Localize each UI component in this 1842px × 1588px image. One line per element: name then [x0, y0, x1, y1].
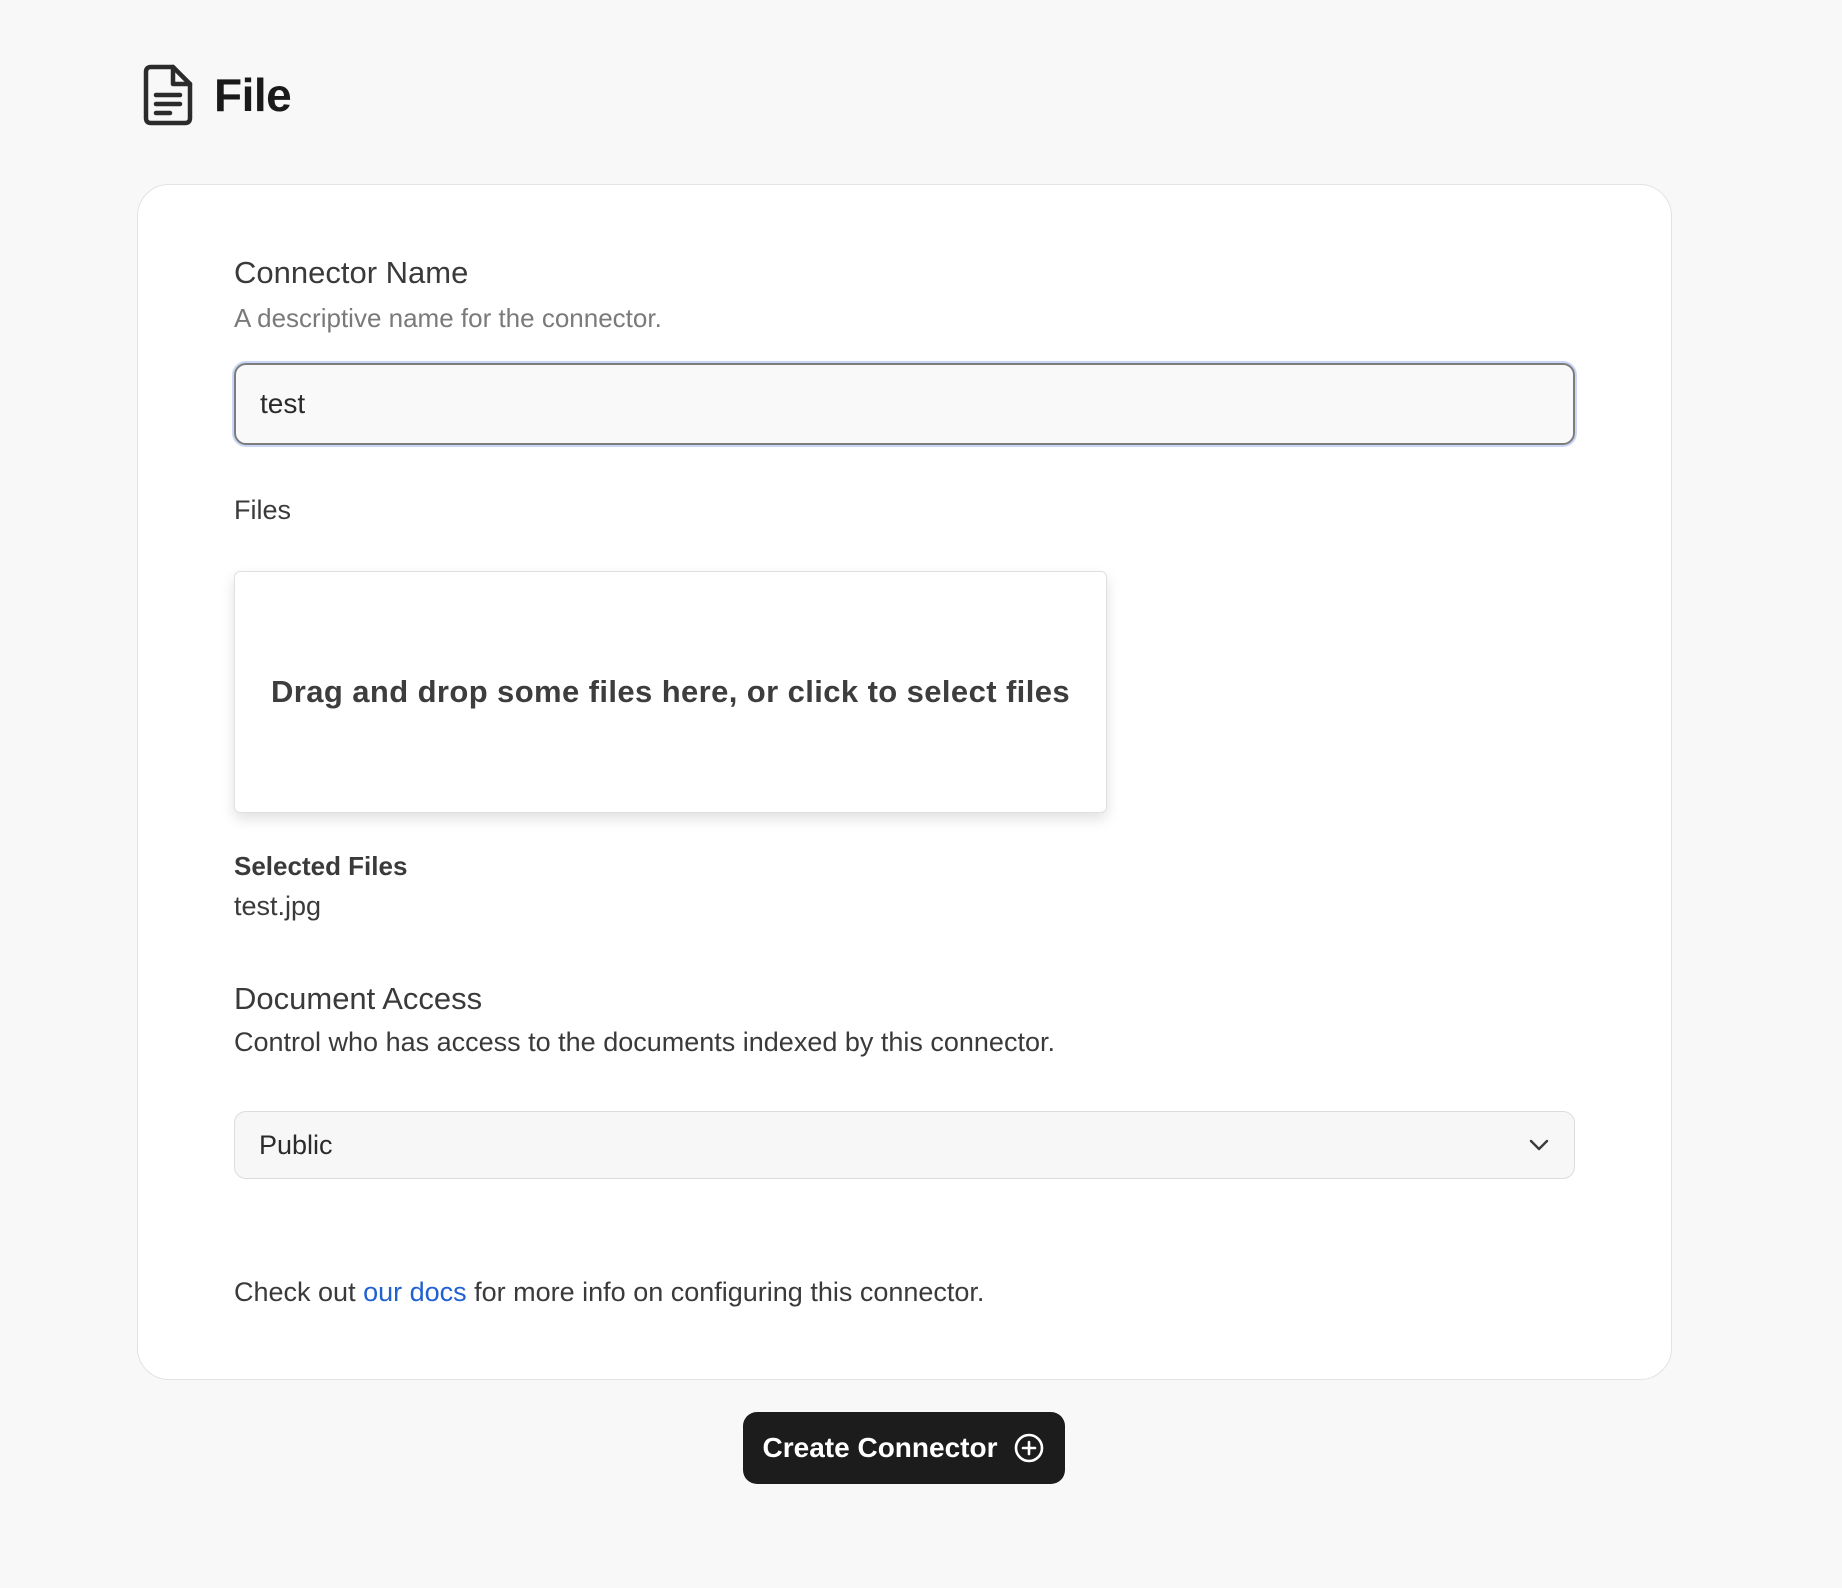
create-connector-button[interactable]: Create Connector	[743, 1412, 1065, 1484]
connector-name-input[interactable]	[234, 363, 1575, 445]
plus-circle-icon	[1013, 1432, 1045, 1464]
connector-form-card: Connector Name A descriptive name for th…	[137, 184, 1672, 1380]
document-access-label: Document Access	[234, 981, 483, 1016]
selected-file-item: test.jpg	[234, 891, 322, 921]
page-header: File	[140, 64, 292, 126]
dropzone-text: Drag and drop some files here, or click …	[271, 674, 1070, 709]
file-dropzone[interactable]: Drag and drop some files here, or click …	[234, 571, 1107, 813]
page-title: File	[214, 69, 292, 121]
document-access-value: Public	[259, 1129, 333, 1160]
docs-link[interactable]: our docs	[363, 1277, 467, 1307]
docs-note-prefix: Check out	[234, 1277, 364, 1307]
create-connector-label: Create Connector	[762, 1432, 998, 1463]
selected-files-label: Selected Files	[234, 851, 408, 881]
chevron-down-icon	[1528, 1138, 1550, 1152]
file-text-icon	[140, 64, 196, 126]
connector-name-description: A descriptive name for the connector.	[234, 303, 662, 333]
docs-note: Check out our docs for more info on conf…	[234, 1277, 984, 1308]
document-access-select[interactable]: Public	[234, 1111, 1575, 1179]
files-label: Files	[234, 495, 292, 525]
docs-note-suffix: for more info on configuring this connec…	[466, 1277, 985, 1307]
connector-name-label: Connector Name	[234, 255, 469, 290]
document-access-description: Control who has access to the documents …	[234, 1027, 1055, 1057]
